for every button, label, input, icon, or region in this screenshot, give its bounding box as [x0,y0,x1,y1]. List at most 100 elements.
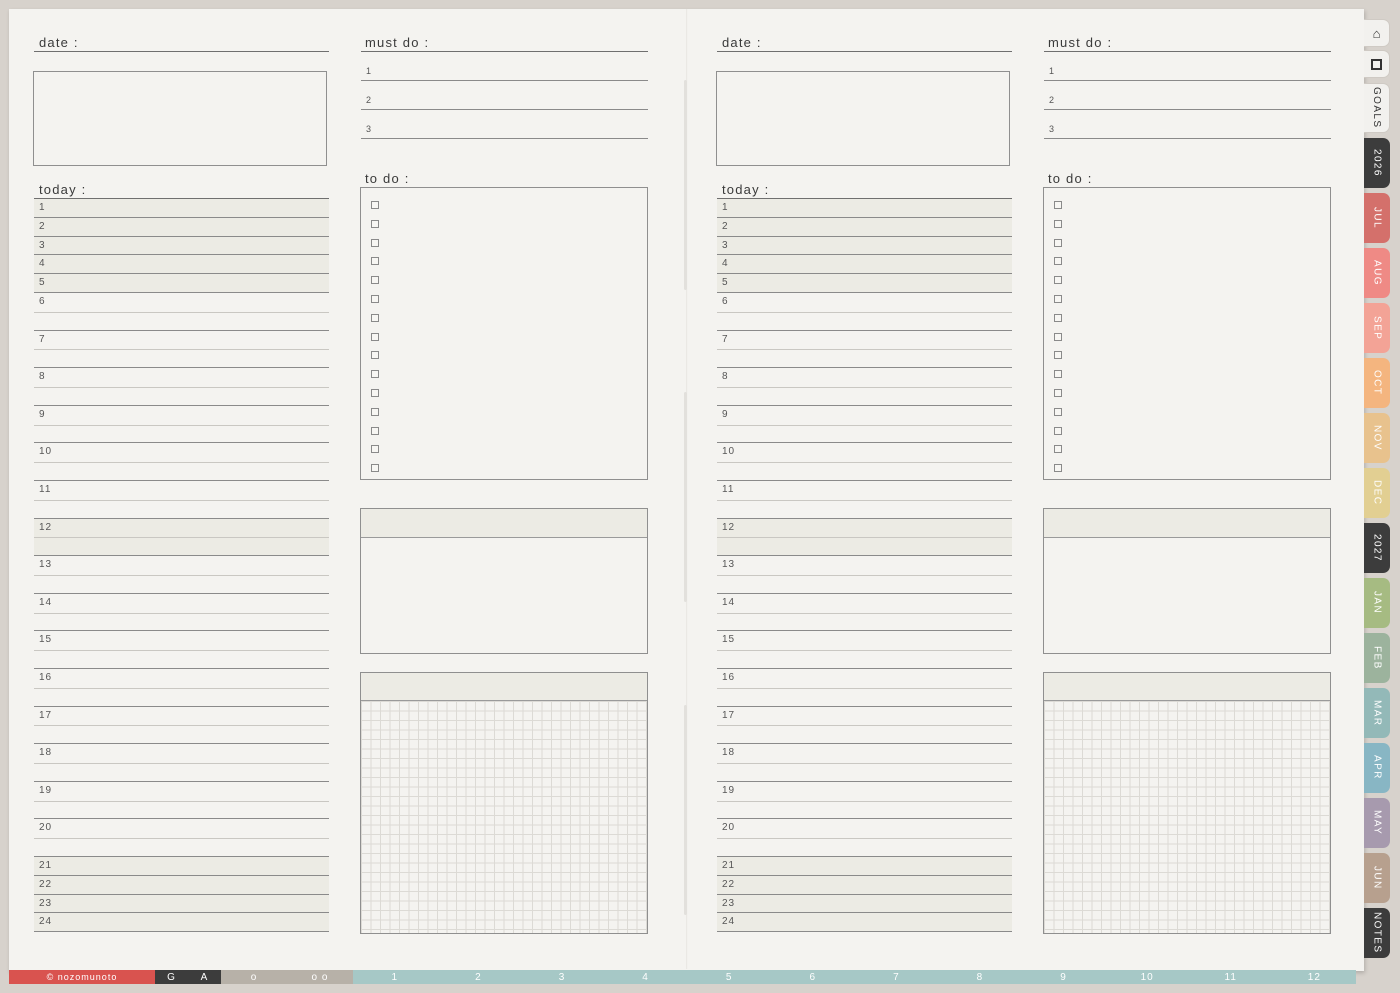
todo-checkbox[interactable] [1054,426,1062,435]
bottom-tab-oo[interactable]: o o [287,970,353,984]
must-do-underline [1044,51,1331,52]
spine-mark [684,80,687,290]
side-tab-dec[interactable]: DEC [1364,467,1390,518]
home-icon: ⌂ [1372,25,1381,41]
hour-row[interactable]: 3 [34,236,329,256]
hour-row[interactable]: 24 [34,913,329,933]
home-tab[interactable]: ⌂ [1364,19,1390,47]
todo-checkbox[interactable] [1054,445,1062,454]
hour-row[interactable]: 4 [717,255,1012,275]
hour-row[interactable]: 2 [34,217,329,237]
todo-checkbox[interactable] [1054,313,1062,322]
must-do-line[interactable] [1044,138,1331,139]
todo-checkbox[interactable] [1054,351,1062,360]
todo-checkbox[interactable] [1054,332,1062,341]
hour-row[interactable]: 22 [34,875,329,895]
index-tab[interactable] [1364,50,1390,78]
bottom-tab-5[interactable]: 5 [687,970,771,984]
todo-checkbox[interactable] [1054,219,1062,228]
side-tab-jun[interactable]: JUN [1364,852,1390,903]
bottom-tab-1[interactable]: 1 [353,970,437,984]
must-do-line[interactable] [1044,109,1331,110]
hour-row[interactable]: 1 [717,199,1012,218]
todo-checkbox[interactable] [371,257,379,266]
todo-checkbox[interactable] [371,389,379,397]
todo-checkbox[interactable] [1054,295,1062,303]
hour-row[interactable]: 21 [34,857,329,876]
todo-checkbox[interactable] [1054,238,1062,247]
hour-row[interactable]: 24 [717,913,1012,933]
todo-checkbox[interactable] [1054,257,1062,266]
must-do-line[interactable] [361,109,648,110]
hour-row[interactable]: 23 [34,894,329,914]
side-tab-jan[interactable]: JAN [1364,577,1390,628]
side-tab-aug[interactable]: AUG [1364,247,1390,298]
date-box[interactable] [33,71,327,166]
hour-row[interactable]: 1 [34,199,329,218]
todo-checkbox[interactable] [371,313,379,322]
bottom-tab-7[interactable]: 7 [854,970,939,984]
hour-row[interactable]: 2 [717,217,1012,237]
bottom-tab-9[interactable]: 9 [1021,970,1106,984]
hour-row[interactable]: 5 [717,274,1012,293]
hour-row[interactable]: 23 [717,894,1012,914]
side-tab-label: NOTES [1371,912,1383,954]
todo-checkbox[interactable] [1054,370,1062,379]
todo-checkbox[interactable] [371,238,379,247]
hour-row[interactable]: 3 [717,236,1012,256]
bottom-tab-2[interactable]: 2 [436,970,521,984]
todo-checkbox[interactable] [1054,276,1062,285]
todo-checkbox[interactable] [1054,407,1062,416]
todo-checkbox[interactable] [371,332,379,341]
hour-row[interactable]: 5 [34,274,329,293]
bottom-tab-A[interactable]: A [188,970,221,984]
to-do-label: to do : [365,171,410,186]
side-tab-may[interactable]: MAY [1364,797,1390,848]
bottom-tab-8[interactable]: 8 [938,970,1022,984]
side-tab-sep[interactable]: SEP [1364,302,1390,353]
bottom-tab-11[interactable]: 11 [1188,970,1273,984]
todo-checkbox[interactable] [371,445,379,454]
side-tab-label: FEB [1371,645,1383,670]
side-tab-apr[interactable]: APR [1364,742,1390,793]
side-tab-oct[interactable]: OCT [1364,357,1390,408]
must-do-line[interactable] [361,138,648,139]
side-tab-jul[interactable]: JUL [1364,192,1390,243]
must-do-line[interactable] [1044,80,1331,81]
side-tab-nov[interactable]: NOV [1364,412,1390,463]
todo-checkbox[interactable] [371,295,379,303]
bottom-tab-12[interactable]: 12 [1272,970,1357,984]
side-tab-2027[interactable]: 2027 [1364,522,1390,573]
side-tab-label: MAR [1371,699,1383,726]
side-tab-goals[interactable]: GOALS [1364,83,1390,133]
todo-checkbox[interactable] [1054,464,1062,473]
side-tab-notes[interactable]: NOTES [1364,907,1390,958]
bottom-tab-10[interactable]: 10 [1105,970,1189,984]
bottom-tab-G[interactable]: G [155,970,188,984]
bottom-tab-4[interactable]: 4 [603,970,688,984]
todo-checkbox[interactable] [371,351,379,360]
todo-checkbox[interactable] [371,464,379,473]
bottom-tab-6[interactable]: 6 [770,970,855,984]
todo-checkbox[interactable] [371,276,379,285]
half-hour-line [34,499,329,501]
hour-row[interactable]: 4 [34,255,329,275]
todo-checkbox[interactable] [1054,389,1062,397]
bottom-tab-o[interactable]: o [221,970,287,984]
side-tab-2026[interactable]: 2026 [1364,137,1390,188]
date-box[interactable] [716,71,1010,166]
side-tab-mar[interactable]: MAR [1364,687,1390,738]
bottom-tab-3[interactable]: 3 [520,970,604,984]
todo-checkbox[interactable] [1054,201,1062,209]
half-hour-line [717,687,1012,689]
side-tab-feb[interactable]: FEB [1364,632,1390,683]
todo-checkbox[interactable] [371,219,379,228]
must-do-number: 1 [366,66,372,76]
hour-row[interactable]: 22 [717,875,1012,895]
todo-checkbox[interactable] [371,370,379,379]
todo-checkbox[interactable] [371,201,379,209]
must-do-line[interactable] [361,80,648,81]
todo-checkbox[interactable] [371,426,379,435]
hour-row[interactable]: 21 [717,857,1012,876]
todo-checkbox[interactable] [371,407,379,416]
